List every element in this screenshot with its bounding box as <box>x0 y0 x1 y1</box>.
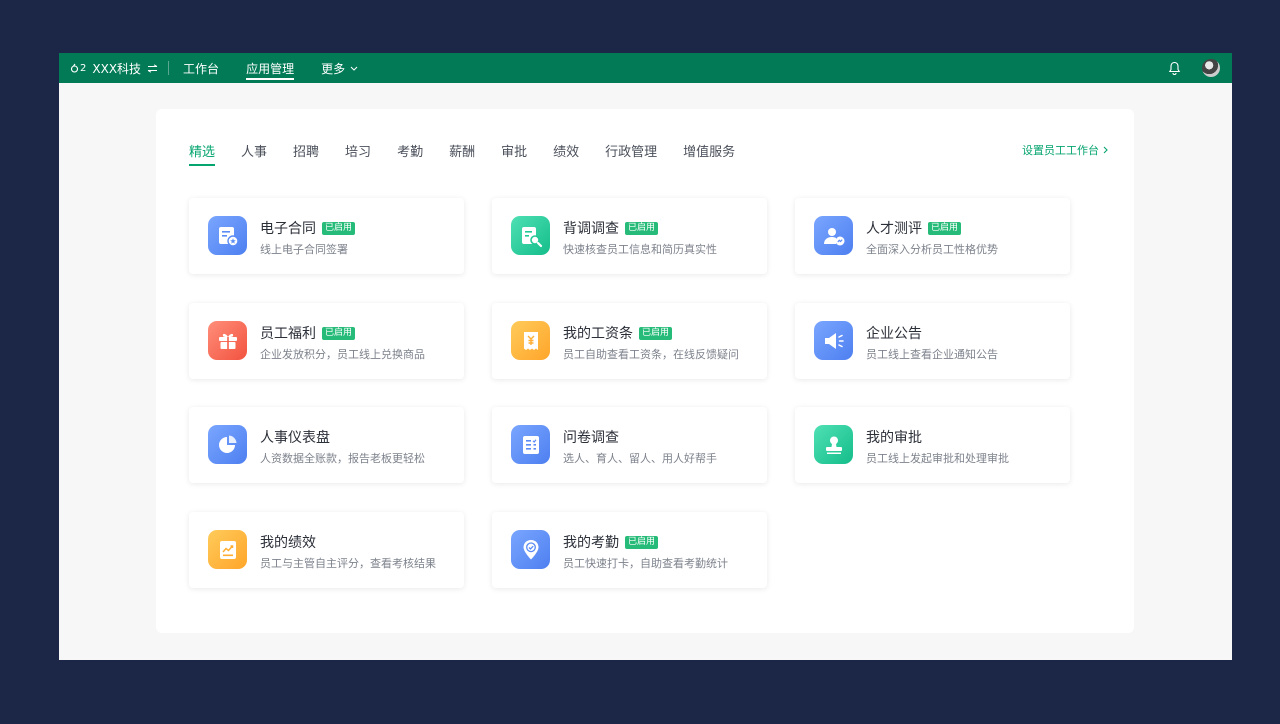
app-description: 员工线上查看企业通知公告 <box>866 348 998 361</box>
pie-chart-icon <box>208 425 247 464</box>
app-title: 我的考勤 <box>563 535 619 551</box>
app-card-title-row: 人事仪表盘 <box>260 427 330 447</box>
performance-icon <box>208 530 247 569</box>
app-card-my-attendance[interactable]: 我的考勤 已启用 员工快速打卡，自助查看考勤统计 <box>492 512 767 588</box>
app-title: 我的工资条 <box>563 326 633 342</box>
enabled-badge: 已启用 <box>928 221 962 235</box>
app-card-my-performance[interactable]: 我的绩效 员工与主管自主评分，查看考核结果 <box>189 512 464 588</box>
set-employee-workbench-link[interactable]: 设置员工工作台 <box>1022 142 1108 158</box>
top-right-tools <box>1168 59 1220 77</box>
app-card-title-row: 我的工资条 已启用 <box>563 323 673 343</box>
document-search-icon <box>511 216 550 255</box>
tab-featured[interactable]: 精选 <box>189 141 216 166</box>
enabled-badge: 已启用 <box>639 326 673 340</box>
tab-approval[interactable]: 审批 <box>501 141 527 166</box>
app-title: 企业公告 <box>866 326 922 342</box>
contract-icon <box>208 216 247 255</box>
app-description: 选人、育人、留人、用人好帮手 <box>563 452 717 465</box>
app-card-employee-benefits[interactable]: 员工福利 已启用 企业发放积分，员工线上兑换商品 <box>189 303 464 379</box>
app-card-title-row: 我的审批 <box>866 427 922 447</box>
app-card-title-row: 我的考勤 已启用 <box>563 532 659 552</box>
app-title: 电子合同 <box>260 221 316 237</box>
app-window: 2 XXX科技 工作台 应用管理 更多 精选 人事 招聘 培习 考勤 薪酬 审批… <box>59 53 1232 660</box>
category-tabs: 精选 人事 招聘 培习 考勤 薪酬 审批 绩效 行政管理 增值服务 <box>189 141 761 166</box>
app-description: 员工线上发起审批和处理审批 <box>866 452 1009 465</box>
bell-icon[interactable] <box>1168 61 1181 75</box>
app-title: 员工福利 <box>260 326 316 342</box>
app-center-panel: 精选 人事 招聘 培习 考勤 薪酬 审批 绩效 行政管理 增值服务 设置员工工作… <box>156 109 1134 633</box>
brand-divider <box>168 61 170 75</box>
app-description: 企业发放积分，员工线上兑换商品 <box>260 348 425 361</box>
payslip-icon <box>511 321 550 360</box>
nav-app-management[interactable]: 应用管理 <box>246 53 295 83</box>
chevron-down-icon <box>350 66 358 71</box>
app-description: 全面深入分析员工性格优势 <box>866 243 998 256</box>
brand: 2 XXX科技 <box>70 53 158 83</box>
enabled-badge: 已启用 <box>625 221 659 235</box>
app-description: 线上电子合同签署 <box>260 243 348 256</box>
app-title: 背调调查 <box>563 221 619 237</box>
tab-payroll[interactable]: 薪酬 <box>449 141 475 166</box>
app-card-talent-assessment[interactable]: 人才测评 已启用 全面深入分析员工性格优势 <box>795 198 1070 274</box>
app-description: 员工与主管自主评分，查看考核结果 <box>260 557 436 570</box>
app-card-title-row: 人才测评 已启用 <box>866 218 962 238</box>
tab-performance[interactable]: 绩效 <box>553 141 579 166</box>
app-title: 我的绩效 <box>260 535 316 551</box>
app-card-my-payslip[interactable]: 我的工资条 已启用 员工自助查看工资条，在线反馈疑问 <box>492 303 767 379</box>
enabled-badge: 已启用 <box>322 221 356 235</box>
nav-more[interactable]: 更多 <box>321 53 358 83</box>
tab-administration[interactable]: 行政管理 <box>605 141 657 166</box>
app-card-survey[interactable]: 问卷调查 选人、育人、留人、用人好帮手 <box>492 407 767 483</box>
stamp-icon <box>814 425 853 464</box>
app-title: 我的审批 <box>866 430 922 446</box>
switch-company-icon[interactable] <box>147 63 158 73</box>
company-name: XXX科技 <box>92 61 142 76</box>
app-title: 人才测评 <box>866 221 922 237</box>
tab-attendance[interactable]: 考勤 <box>397 141 423 166</box>
app-card-title-row: 我的绩效 <box>260 532 316 552</box>
user-chart-icon <box>814 216 853 255</box>
logo-mark-icon <box>71 63 78 73</box>
survey-icon <box>511 425 550 464</box>
app-title: 人事仪表盘 <box>260 430 330 446</box>
main-nav: 工作台 应用管理 更多 <box>183 53 385 83</box>
tab-value-added[interactable]: 增值服务 <box>683 141 735 166</box>
settings-link-label: 设置员工工作台 <box>1022 144 1099 157</box>
app-card-my-approvals[interactable]: 我的审批 员工线上发起审批和处理审批 <box>795 407 1070 483</box>
nav-more-label: 更多 <box>321 61 346 76</box>
megaphone-icon <box>814 321 853 360</box>
gift-icon <box>208 321 247 360</box>
tab-recruiting[interactable]: 招聘 <box>293 141 319 166</box>
app-description: 人资数据全账款，报告老板更轻松 <box>260 452 425 465</box>
logo-text: 2 <box>80 62 87 74</box>
top-bar: 2 XXX科技 工作台 应用管理 更多 <box>59 53 1232 83</box>
app-title: 问卷调查 <box>563 430 619 446</box>
company-logo: 2 <box>70 63 86 74</box>
app-card-e-contract[interactable]: 电子合同 已启用 线上电子合同签署 <box>189 198 464 274</box>
app-description: 快速核查员工信息和简历真实性 <box>563 243 717 256</box>
app-card-hr-dashboard[interactable]: 人事仪表盘 人资数据全账款，报告老板更轻松 <box>189 407 464 483</box>
app-card-title-row: 企业公告 <box>866 323 922 343</box>
location-check-icon <box>511 530 550 569</box>
user-avatar[interactable] <box>1202 59 1220 77</box>
app-card-title-row: 问卷调查 <box>563 427 619 447</box>
tab-training[interactable]: 培习 <box>345 141 371 166</box>
nav-workbench-label: 工作台 <box>183 61 220 76</box>
app-card-background-check[interactable]: 背调调查 已启用 快速核查员工信息和简历真实性 <box>492 198 767 274</box>
app-description: 员工自助查看工资条，在线反馈疑问 <box>563 348 739 361</box>
app-card-announcements[interactable]: 企业公告 员工线上查看企业通知公告 <box>795 303 1070 379</box>
app-card-title-row: 电子合同 已启用 <box>260 218 356 238</box>
chevron-right-icon <box>1103 146 1108 154</box>
enabled-badge: 已启用 <box>625 535 659 549</box>
app-card-title-row: 背调调查 已启用 <box>563 218 659 238</box>
enabled-badge: 已启用 <box>322 326 356 340</box>
nav-workbench[interactable]: 工作台 <box>183 53 219 83</box>
tab-hr[interactable]: 人事 <box>241 141 267 166</box>
app-card-title-row: 员工福利 已启用 <box>260 323 356 343</box>
app-description: 员工快速打卡，自助查看考勤统计 <box>563 557 728 570</box>
nav-app-management-label: 应用管理 <box>246 61 295 76</box>
